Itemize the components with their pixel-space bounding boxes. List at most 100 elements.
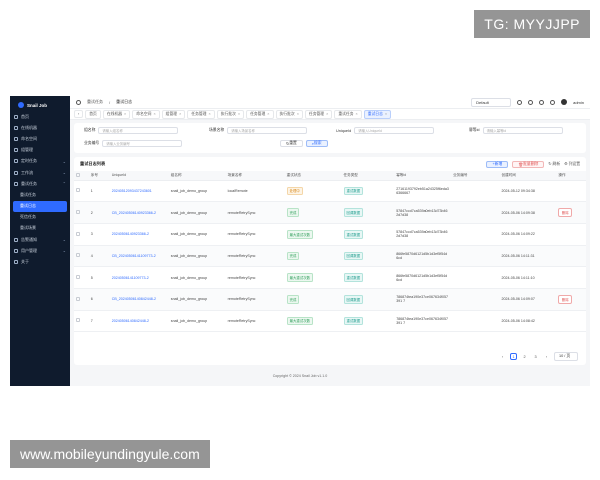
column-settings-button[interactable]: ⚙ 列设置	[564, 161, 580, 167]
sidebar-item[interactable]: 首页	[10, 111, 70, 122]
scene-value: remoteRetrySync	[227, 253, 256, 258]
table-row[interactable]: 6 CB_20240506140842448-2 snail_job_demo_gr…	[74, 288, 586, 311]
page-tab-label: 任务管理	[308, 111, 325, 116]
table-row[interactable]: 4 CB_20240506141109773-2 snail_job_demo_gr…	[74, 245, 586, 268]
close-tab-icon[interactable]: ×	[124, 112, 126, 116]
close-tab-icon[interactable]: ×	[356, 112, 358, 116]
close-tab-icon[interactable]: ×	[267, 112, 269, 116]
page-button[interactable]: 3	[532, 353, 539, 360]
close-tab-icon[interactable]: ×	[179, 112, 181, 116]
sidebar-item[interactable]: 关于	[10, 256, 70, 267]
sidebar-item[interactable]: 在线机器	[10, 122, 70, 133]
sidebar-item[interactable]: 重试任务 ⌃	[10, 178, 70, 189]
row-checkbox[interactable]	[74, 201, 89, 224]
status-value: 完成	[286, 251, 300, 261]
page-tab[interactable]: 执行批次 ×	[216, 109, 245, 119]
sidebar-item[interactable]: 重试任务	[10, 189, 70, 200]
breadcrumb-item[interactable]: 重试任务	[87, 99, 103, 105]
idempotent-input[interactable]: 请输入幂等id	[482, 127, 563, 134]
status-value: 完成	[286, 208, 300, 217]
uid-value[interactable]: 20240506140923366-2	[112, 232, 149, 236]
app-logo[interactable]: Snail Job	[10, 99, 70, 111]
uniqueid-input[interactable]: 请输入UniqueId	[354, 127, 435, 134]
fullscreen-icon[interactable]	[528, 99, 534, 105]
close-tab-icon[interactable]: ×	[385, 112, 387, 116]
uid-value[interactable]: 20240506141109773-2	[112, 276, 149, 280]
time-value: 2024-05-06 14:09:22	[501, 232, 535, 237]
page-tab[interactable]: 执行批次 ×	[275, 109, 303, 119]
sidebar-item[interactable]: 命名空间	[10, 133, 70, 144]
close-tab-icon[interactable]: ×	[153, 112, 155, 116]
page-size-select[interactable]: 10 / 页	[554, 352, 578, 361]
delete-button[interactable]: 删除	[558, 294, 573, 304]
row-checkbox[interactable]	[74, 310, 89, 333]
row-checkbox[interactable]	[74, 266, 89, 289]
row-checkbox[interactable]	[74, 223, 89, 246]
cell-idem: 866fe5870d6121d5b1d3ef5f54d6cd	[394, 266, 452, 289]
close-tab-icon[interactable]: ×	[208, 112, 210, 116]
sidebar-item[interactable]: 重试日志	[13, 200, 67, 212]
avatar[interactable]	[561, 99, 568, 105]
tabs-scroll-left-icon[interactable]: ‹	[74, 110, 84, 118]
page-tab[interactable]: 任务管理 ×	[187, 109, 215, 119]
sidebar-item[interactable]: 定时任务 ⌄	[10, 156, 70, 167]
page-tab[interactable]: 任务管理 ×	[246, 109, 274, 119]
group-input[interactable]: 请输入组名称	[98, 127, 179, 134]
table-row[interactable]: 7 20240506140842448-2 snail_job_demo_group…	[74, 310, 586, 333]
page-tab[interactable]: 首页	[85, 109, 101, 119]
sidebar-item[interactable]: 死信任务	[10, 212, 70, 223]
uid-value[interactable]: 20240512093437243601	[112, 189, 152, 193]
uid-value[interactable]: CB_20240506140842448-2	[112, 297, 156, 301]
sidebar-item[interactable]: 用户管理 ⌄	[10, 245, 70, 256]
page-button[interactable]: 2	[521, 353, 528, 360]
next-page-button[interactable]: ›	[543, 353, 550, 360]
search-button[interactable]: ⌕ 搜索	[305, 140, 328, 147]
scene-input[interactable]: 请输入场景名称	[227, 127, 308, 134]
uid-value[interactable]: CB_20240506140923366-2	[112, 211, 156, 215]
page-tab[interactable]: 命名空间 ×	[132, 109, 160, 119]
page-tab[interactable]: 组管理 ×	[161, 109, 186, 119]
search-icon[interactable]	[517, 99, 523, 105]
sidebar-item[interactable]: 告警通知 ⌄	[10, 234, 70, 245]
theme-icon[interactable]	[539, 99, 545, 105]
cell-status: 最大重试次数	[284, 223, 342, 246]
close-tab-icon[interactable]: ×	[297, 112, 299, 116]
cell-time: 2024-05-06 14:11:31	[499, 245, 557, 268]
cell-type: 回调数据	[341, 245, 395, 268]
page-tab-label: 执行批次	[279, 111, 295, 116]
page-button[interactable]: 1	[510, 353, 517, 360]
uid-value[interactable]: 20240506140842448-2	[112, 319, 149, 323]
row-checkbox[interactable]	[74, 245, 89, 268]
settings-icon[interactable]	[550, 99, 556, 105]
page-tab[interactable]: 任务管理 ×	[304, 109, 333, 119]
refresh-button[interactable]: ↻ 刷新	[548, 161, 560, 167]
add-button[interactable]: + 新增	[486, 160, 509, 168]
sidebar-item[interactable]: 重试场景	[10, 223, 70, 234]
time-value: 2024-05-06 14:09:07	[501, 297, 535, 302]
row-checkbox[interactable]	[74, 288, 89, 311]
batch-delete-button[interactable]: 🗑 批量删除	[512, 160, 545, 168]
close-tab-icon[interactable]: ×	[326, 112, 328, 116]
select-all-checkbox[interactable]	[74, 171, 89, 181]
collapse-menu-icon[interactable]	[76, 99, 81, 105]
table-row[interactable]: 2 CB_20240506140923366-2 snail_job_demo_gr…	[74, 201, 586, 224]
sidebar-item[interactable]: 组管理	[10, 145, 70, 156]
reset-button[interactable]: ↻ 重置	[280, 140, 303, 147]
prev-page-button[interactable]: ‹	[499, 353, 506, 360]
page-tab[interactable]: 在线机器 ×	[102, 109, 131, 119]
user-name[interactable]: admin	[573, 100, 584, 105]
row-checkbox[interactable]	[74, 180, 89, 203]
biz-input[interactable]: 请输入业务编号	[102, 140, 183, 147]
table-row[interactable]: 1 20240512093437243601 snail_job_demo_grou…	[74, 180, 586, 203]
namespace-select[interactable]: Default	[471, 97, 512, 107]
cell-biz	[451, 180, 500, 203]
sidebar-item[interactable]: 工作流 ⌄	[10, 167, 70, 178]
table-row[interactable]: 3 20240506140923366-2 snail_job_demo_group…	[74, 223, 586, 246]
table-row[interactable]: 5 20240506141109773-2 snail_job_demo_group…	[74, 266, 586, 289]
close-tab-icon[interactable]: ×	[238, 112, 240, 116]
uid-value[interactable]: CB_20240506141109773-2	[112, 254, 156, 258]
page-tab[interactable]: 重试日志 ×	[363, 109, 392, 119]
delete-button[interactable]: 删除	[558, 208, 573, 217]
page-tab[interactable]: 重试任务 ×	[334, 109, 362, 119]
idem-value: 786874tea190e37ce067634f057391 7	[396, 295, 448, 304]
